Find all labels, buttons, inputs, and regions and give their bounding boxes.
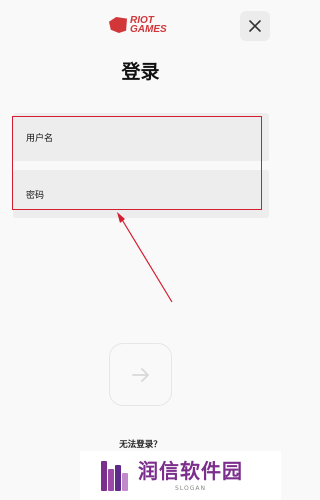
logo-text: RIOT GAMES (130, 16, 167, 35)
watermark-logo-icon (101, 460, 129, 491)
username-field[interactable]: 用户名 (13, 113, 269, 161)
riot-games-logo: RIOT GAMES (109, 16, 167, 35)
logo-text-line2: GAMES (130, 24, 167, 35)
page-title: 登录 (121, 61, 160, 83)
submit-button[interactable] (109, 343, 172, 406)
cant-login-link[interactable]: 无法登录？ (0, 438, 281, 450)
username-label: 用户名 (26, 134, 54, 144)
watermark-slogan: SLOGAN (175, 484, 206, 492)
password-field[interactable]: 密码 (13, 170, 269, 218)
close-button[interactable] (240, 11, 270, 41)
riot-fist-icon (109, 17, 127, 33)
watermark-title: 润信软件园 (138, 458, 243, 483)
arrow-right-icon (131, 367, 149, 382)
close-icon (249, 20, 261, 32)
watermark: 润信软件园 SLOGAN (80, 451, 281, 500)
password-label: 密码 (26, 191, 45, 201)
